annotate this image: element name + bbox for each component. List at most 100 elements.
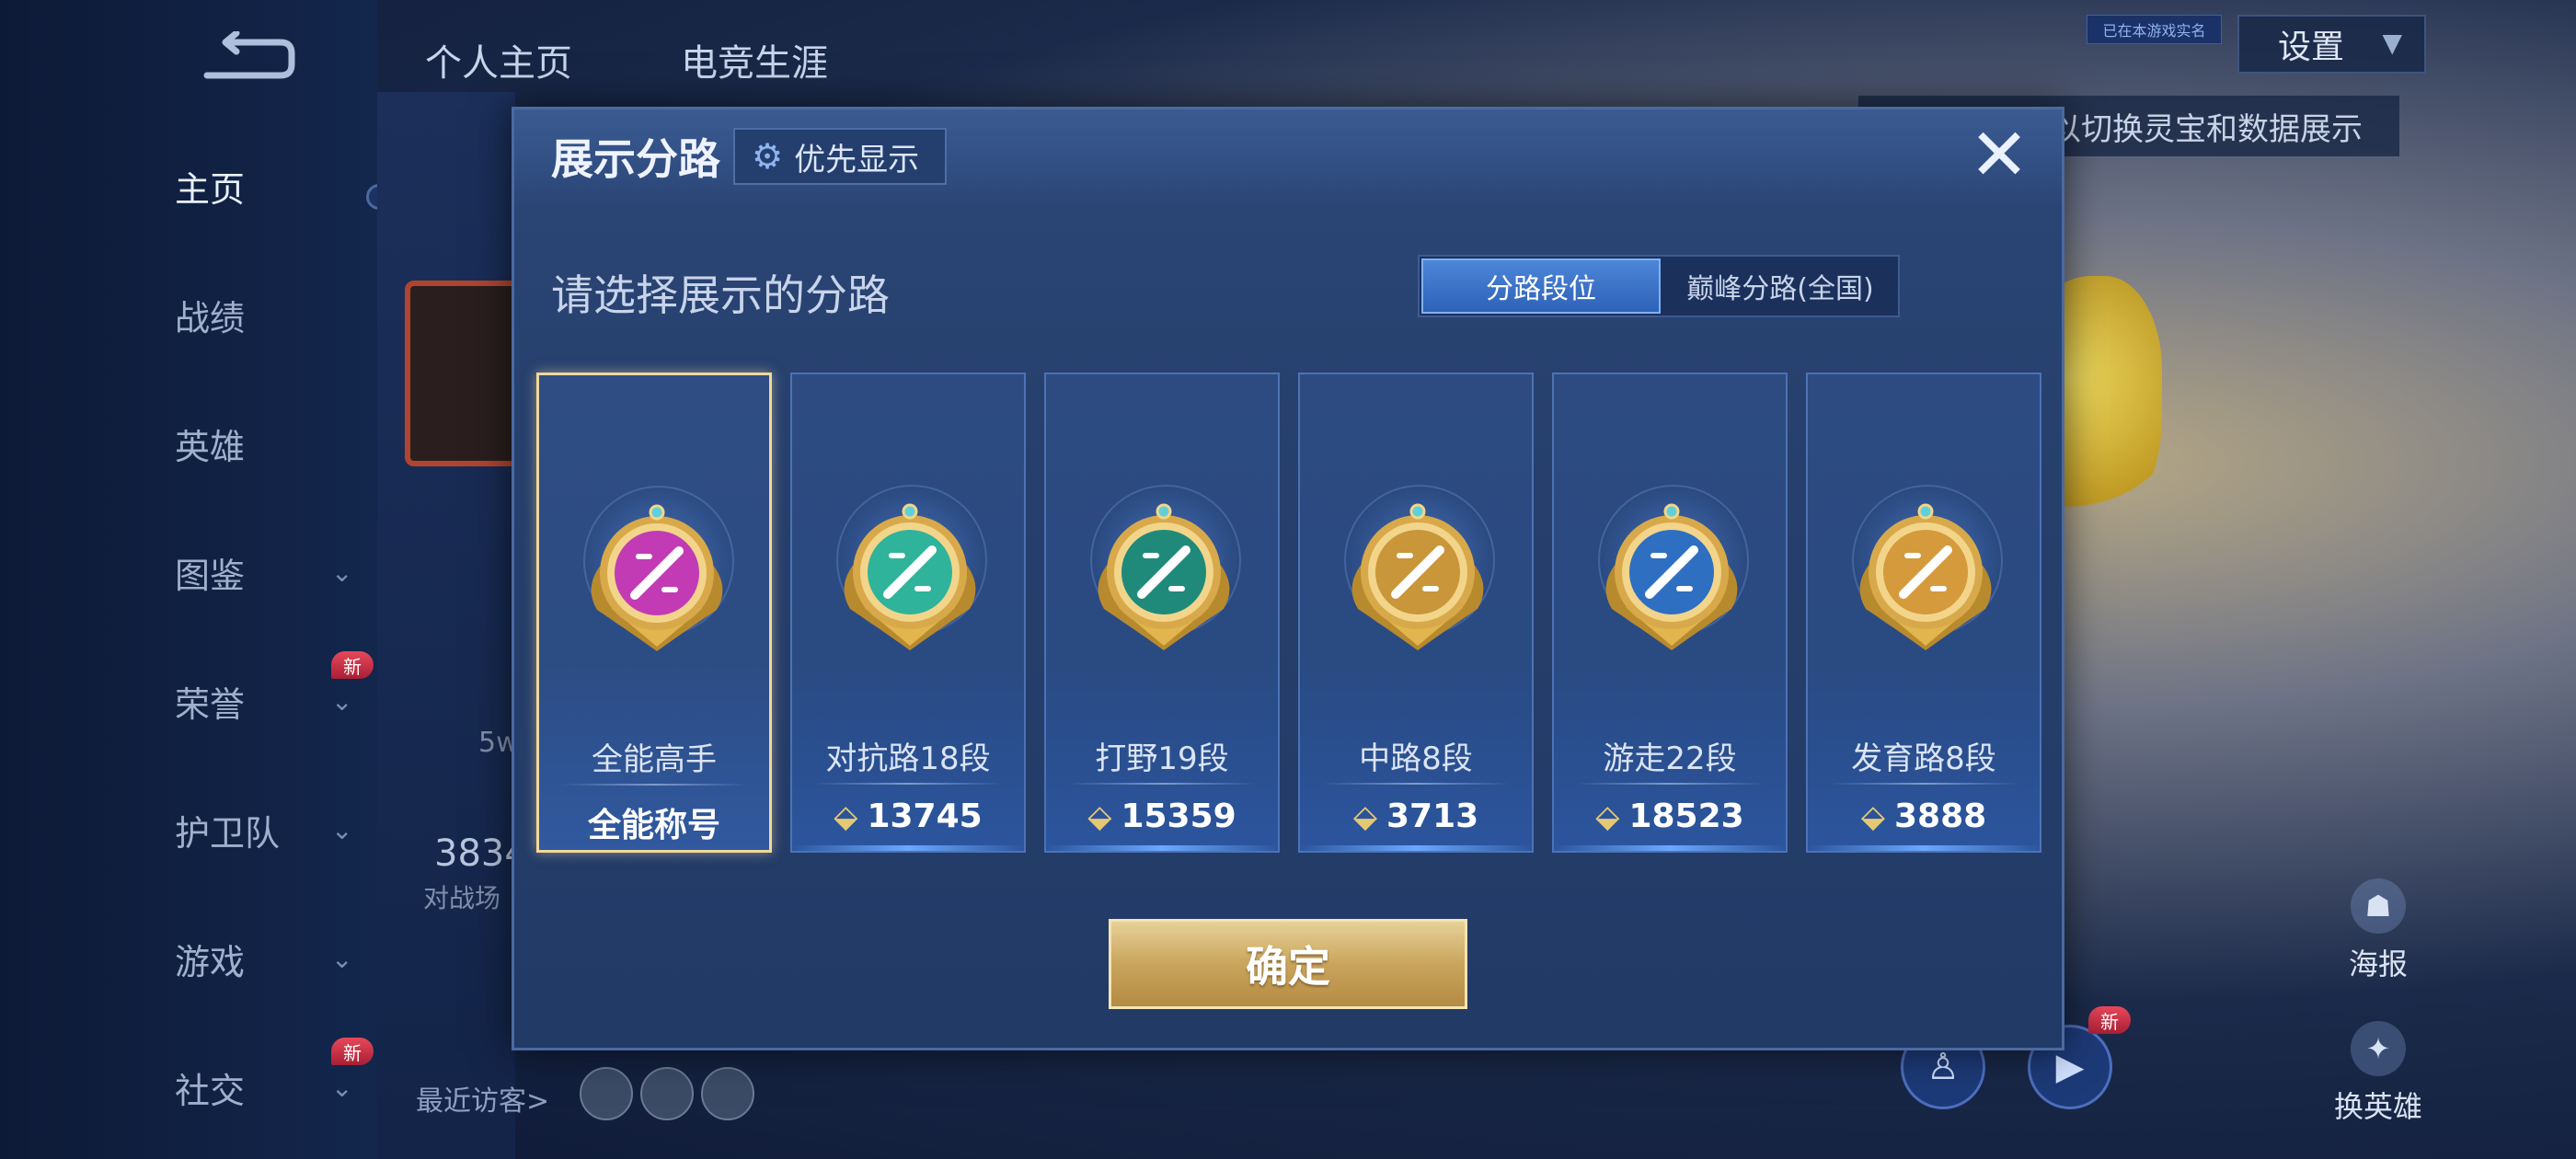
sidebar-item-label: 护卫队 <box>175 812 281 854</box>
chevron-down-icon: ⌄ <box>331 815 353 845</box>
card-bottom-glow <box>1554 845 1786 851</box>
lane-card[interactable]: 中路8段 ⬙ 3713 <box>1298 373 1534 853</box>
rank-medal-icon <box>844 503 976 650</box>
card-bottom-glow <box>1046 845 1278 851</box>
priority-display-button[interactable]: ⚙ 优先显示 <box>733 128 947 185</box>
change-hero-label: 换英雄 <box>2333 1089 2422 1124</box>
sidebar-item-label: 游戏 <box>175 941 246 982</box>
confirm-button[interactable]: 确定 <box>1109 919 1467 1009</box>
poster-icon: ☗ <box>2351 878 2406 934</box>
flame-icon: ✦ <box>2351 1021 2406 1076</box>
new-badge: 新 <box>2088 1006 2131 1034</box>
points-icon: ⬙ <box>1595 798 1620 835</box>
lane-points-value: 3713 <box>1386 798 1479 835</box>
sidebar-item[interactable]: 战绩 <box>175 287 313 342</box>
settings-button[interactable]: 设置 ▼ <box>2237 15 2426 74</box>
rank-medal-icon <box>1605 503 1738 650</box>
chevron-down-icon: ⌄ <box>331 557 353 588</box>
card-bottom-glow <box>1808 845 2040 851</box>
dialog-subtitle: 请选择展示的分路 <box>551 270 890 320</box>
recent-visitors-link[interactable]: 最近访客> <box>416 1078 549 1119</box>
priority-display-label: 优先显示 <box>794 141 920 178</box>
sidebar-item-label: 英雄 <box>175 426 246 467</box>
realname-tag: 已在本游戏实名 <box>2087 15 2222 44</box>
visitor-avatar[interactable] <box>701 1067 754 1120</box>
sidebar-item-label: 社交 <box>175 1070 246 1111</box>
tab-personal-home[interactable]: 个人主页 <box>425 33 572 86</box>
divider <box>814 783 1002 785</box>
lane-name: 全能高手 <box>592 741 717 778</box>
dialog-title: 展示分路 <box>551 134 720 184</box>
close-icon[interactable]: ✕ <box>1966 120 2032 191</box>
card-bottom-glow <box>792 845 1024 851</box>
lane-points: 全能称号 <box>539 798 769 846</box>
change-hero-button[interactable]: ✦ 换英雄 <box>2328 1021 2429 1126</box>
sidebar-item-label: 荣誉 <box>175 683 246 725</box>
tab-esports-career[interactable]: 电竞生涯 <box>681 33 828 86</box>
lane-points-value: 全能称号 <box>587 807 720 844</box>
lane-points: ⬙ 13745 <box>792 798 1024 835</box>
sidebar-item[interactable]: 社交 ⌄ <box>175 1060 352 1115</box>
lane-points-value: 3888 <box>1893 798 1987 835</box>
lane-points-value: 15359 <box>1121 798 1236 835</box>
chevron-down-icon: ⌄ <box>331 686 353 717</box>
back-arrow-icon[interactable] <box>189 31 299 86</box>
poster-label: 海报 <box>2348 947 2408 981</box>
tab-peak-lane[interactable]: 巅峰分路(全国) <box>1662 257 1898 316</box>
settings-label: 设置 <box>2278 29 2345 66</box>
sidebar-item-label: 战绩 <box>175 297 246 339</box>
sidebar-item-label: 主页 <box>175 168 246 210</box>
divider <box>1068 783 1256 785</box>
visitor-avatar[interactable] <box>640 1067 694 1120</box>
lane-name: 游走22段 <box>1603 740 1737 777</box>
rank-medal-icon <box>1859 503 1992 650</box>
sidebar-item[interactable]: 护卫队 ⌄ <box>175 802 352 857</box>
rank-type-toggle: 分路段位 巅峰分路(全国) <box>1418 255 1900 317</box>
points-icon: ⬙ <box>1860 798 1885 835</box>
lane-points-value: 13745 <box>867 798 983 835</box>
lane-card[interactable]: 对抗路18段 ⬙ 13745 <box>790 373 1026 853</box>
sidebar-item[interactable]: 主页 <box>175 158 313 213</box>
rank-medal-icon <box>1098 503 1230 650</box>
lane-points: ⬙ 3888 <box>1808 798 2040 835</box>
lane-card[interactable]: 游走22段 ⬙ 18523 <box>1552 373 1788 853</box>
chevron-down-icon: ⌄ <box>331 944 353 974</box>
play-icon: ▶ <box>2055 1046 2085 1088</box>
stats-label: 对战场 <box>423 883 501 913</box>
tab-lane-rank[interactable]: 分路段位 <box>1421 258 1661 314</box>
sidebar-item[interactable]: 荣誉 ⌄ <box>175 673 352 729</box>
lane-card[interactable]: 发育路8段 ⬙ 3888 <box>1806 373 2041 853</box>
lane-display-dialog: 展示分路 ⚙ 优先显示 ✕ 请选择展示的分路 分路段位 巅峰分路(全国) 全能高… <box>512 107 2064 1050</box>
divider <box>1830 783 2018 785</box>
lane-points-value: 18523 <box>1628 798 1744 835</box>
profile-strip <box>377 92 515 1159</box>
sidebar-item[interactable]: 游戏 ⌄ <box>175 931 352 986</box>
lane-points: ⬙ 15359 <box>1046 798 1278 835</box>
sidebar-item-label: 图鉴 <box>175 555 246 596</box>
lane-name: 打野19段 <box>1095 740 1229 777</box>
new-badge: 新 <box>331 1038 374 1065</box>
lane-card[interactable]: 全能高手 全能称号 <box>536 373 772 853</box>
card-bottom-glow <box>1300 845 1532 851</box>
divider <box>1322 783 1510 785</box>
sidebar-item[interactable]: 图鉴 ⌄ <box>175 545 352 600</box>
new-badge: 新 <box>331 651 374 679</box>
divider <box>561 784 747 786</box>
divider <box>1576 783 1764 785</box>
chevron-down-icon: ▼ <box>2382 28 2402 58</box>
poster-button[interactable]: ☗ 海报 <box>2328 878 2429 983</box>
sidebar-item[interactable]: 英雄 <box>175 416 313 471</box>
lane-points: ⬙ 3713 <box>1300 798 1532 835</box>
rank-medal-icon <box>1351 503 1484 650</box>
avatar[interactable] <box>405 281 526 466</box>
gear-icon: ⚙ <box>752 136 784 177</box>
visitor-avatar[interactable] <box>580 1067 633 1120</box>
lane-name: 发育路8段 <box>1851 740 1996 777</box>
rank-medal-icon <box>591 504 723 651</box>
points-icon: ⬙ <box>1352 798 1377 835</box>
lane-name: 中路8段 <box>1359 740 1473 777</box>
lane-name: 对抗路18段 <box>825 740 991 777</box>
figure-icon: ♙ <box>1926 1046 1960 1088</box>
lane-card[interactable]: 打野19段 ⬙ 15359 <box>1044 373 1280 853</box>
points-icon: ⬙ <box>834 798 858 835</box>
